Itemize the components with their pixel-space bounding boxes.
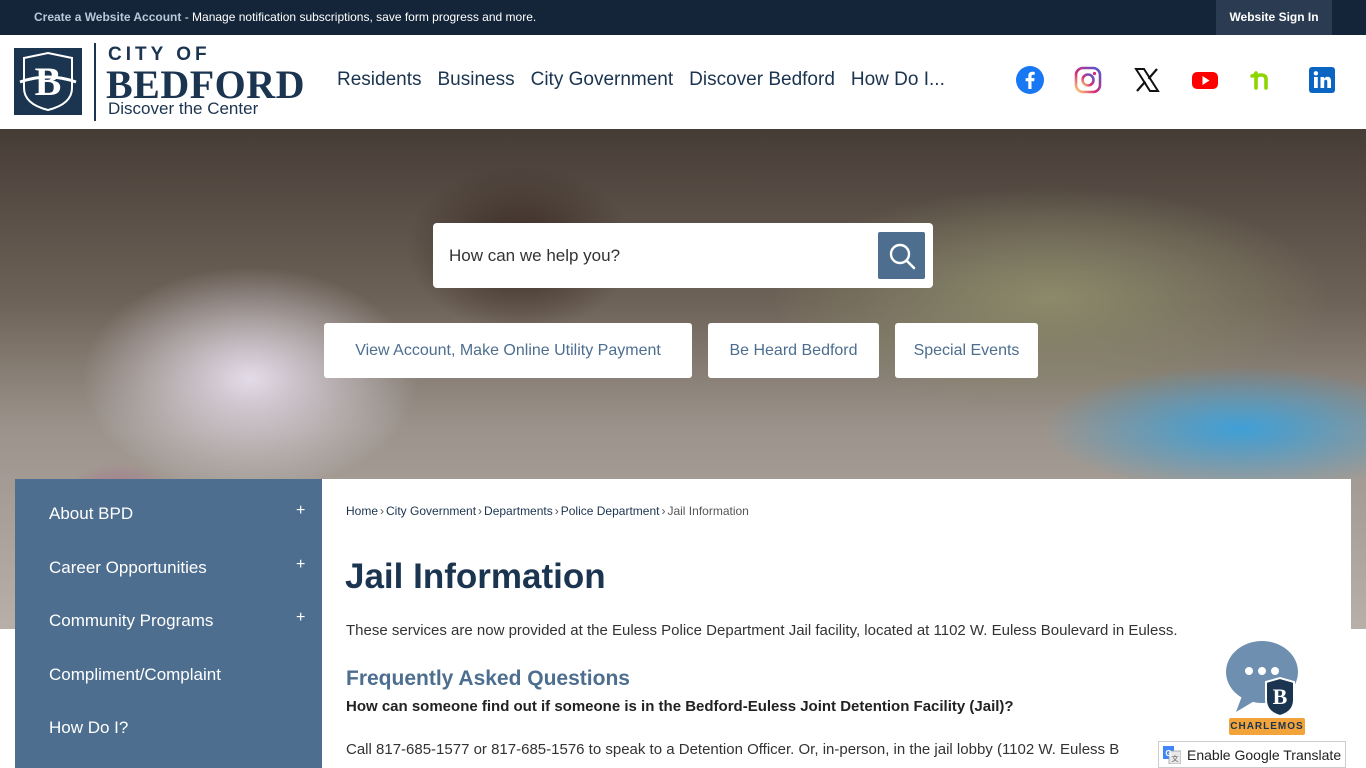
page-title: Jail Information <box>345 557 606 596</box>
svg-text:B: B <box>1273 684 1288 709</box>
google-translate-icon: G 文 <box>1163 745 1181 764</box>
breadcrumb-departments[interactable]: Departments <box>484 504 553 518</box>
nav-how-do-i[interactable]: How Do I... <box>851 69 945 91</box>
sidebar-item-compliment-complaint[interactable]: Compliment/Complaint <box>15 648 322 702</box>
faq-question: How can someone find out if someone is i… <box>346 698 1014 715</box>
sidebar-nav: About BPD + Career Opportunities + Commu… <box>15 479 322 768</box>
nav-discover-bedford[interactable]: Discover Bedford <box>689 69 835 91</box>
x-icon[interactable] <box>1132 65 1162 95</box>
website-sign-in-button[interactable]: Website Sign In <box>1216 0 1332 35</box>
sidebar-item-label: Career Opportunities <box>49 558 207 577</box>
breadcrumb-separator: › <box>661 504 666 518</box>
search-button[interactable] <box>878 232 925 279</box>
search-icon <box>889 243 915 269</box>
quick-link-be-heard-bedford[interactable]: Be Heard Bedford <box>708 323 879 378</box>
page-intro: These services are now provided at the E… <box>346 622 1178 639</box>
expand-icon[interactable]: + <box>296 502 305 520</box>
expand-icon[interactable]: + <box>296 556 305 574</box>
quick-link-utility-payment[interactable]: View Account, Make Online Utility Paymen… <box>324 323 692 378</box>
breadcrumb-separator: › <box>380 504 385 518</box>
main-content: Home › City Government › Departments › Police … <box>322 479 1351 768</box>
nav-city-government[interactable]: City Government <box>531 69 674 91</box>
sidebar-item-label: About BPD <box>49 504 134 523</box>
bedford-logo-icon[interactable]: B <box>14 48 82 115</box>
top-utility-bar: Create a Website Account - Manage notifi… <box>0 0 1366 35</box>
instagram-icon[interactable] <box>1073 65 1103 95</box>
breadcrumb: Home › City Government › Departments › Police … <box>346 504 749 518</box>
nextdoor-icon[interactable] <box>1248 65 1278 95</box>
sidebar-item-about-bpd[interactable]: About BPD + <box>15 487 322 541</box>
breadcrumb-police-department[interactable]: Police Department <box>561 504 660 518</box>
expand-icon[interactable]: + <box>296 609 305 627</box>
breadcrumb-home[interactable]: Home <box>346 504 378 518</box>
breadcrumb-separator: › <box>554 504 559 518</box>
sidebar-item-how-do-i[interactable]: How Do I? <box>15 701 322 755</box>
search-input[interactable] <box>449 241 869 271</box>
sidebar-item-career-opportunities[interactable]: Career Opportunities + <box>15 541 322 595</box>
nav-residents[interactable]: Residents <box>337 69 422 91</box>
nav-business[interactable]: Business <box>438 69 515 91</box>
chat-bubble-icon: B <box>1226 641 1298 718</box>
google-translate-label: Enable Google Translate <box>1187 746 1342 763</box>
site-search <box>433 223 933 288</box>
account-message-text: - Manage notification subscriptions, sav… <box>181 10 537 24</box>
account-message: Create a Website Account - Manage notifi… <box>34 10 536 24</box>
site-header: B CITY OF BEDFORD Discover the Center Re… <box>0 35 1366 129</box>
facebook-icon[interactable] <box>1015 65 1045 95</box>
chatbot-launcher[interactable]: B CHARLEMOS <box>1222 638 1312 738</box>
faq-heading: Frequently Asked Questions <box>346 667 630 690</box>
google-translate-button[interactable]: G 文 Enable Google Translate <box>1158 741 1346 768</box>
main-nav: Residents Business City Government Disco… <box>337 69 961 91</box>
chatbot-label: CHARLEMOS <box>1229 718 1305 735</box>
svg-text:B: B <box>35 59 62 104</box>
youtube-icon[interactable] <box>1190 65 1220 95</box>
breadcrumb-city-government[interactable]: City Government <box>386 504 476 518</box>
svg-text:文: 文 <box>1172 754 1179 763</box>
linkedin-icon[interactable] <box>1307 65 1337 95</box>
faq-answer: Call 817-685-1577 or 817-685-1576 to spe… <box>346 741 1120 758</box>
logo-divider <box>94 43 96 121</box>
sidebar-item-community-programs[interactable]: Community Programs + <box>15 594 322 648</box>
sidebar-item-label: Community Programs <box>49 611 214 630</box>
create-account-link[interactable]: Create a Website Account <box>34 10 181 24</box>
quick-link-special-events[interactable]: Special Events <box>895 323 1038 378</box>
logo-tagline: Discover the Center <box>108 99 259 118</box>
breadcrumb-separator: › <box>478 504 483 518</box>
breadcrumb-current: Jail Information <box>667 504 749 518</box>
sidebar-item-label: Compliment/Complaint <box>49 665 221 684</box>
sidebar-item-label: How Do I? <box>49 718 129 737</box>
